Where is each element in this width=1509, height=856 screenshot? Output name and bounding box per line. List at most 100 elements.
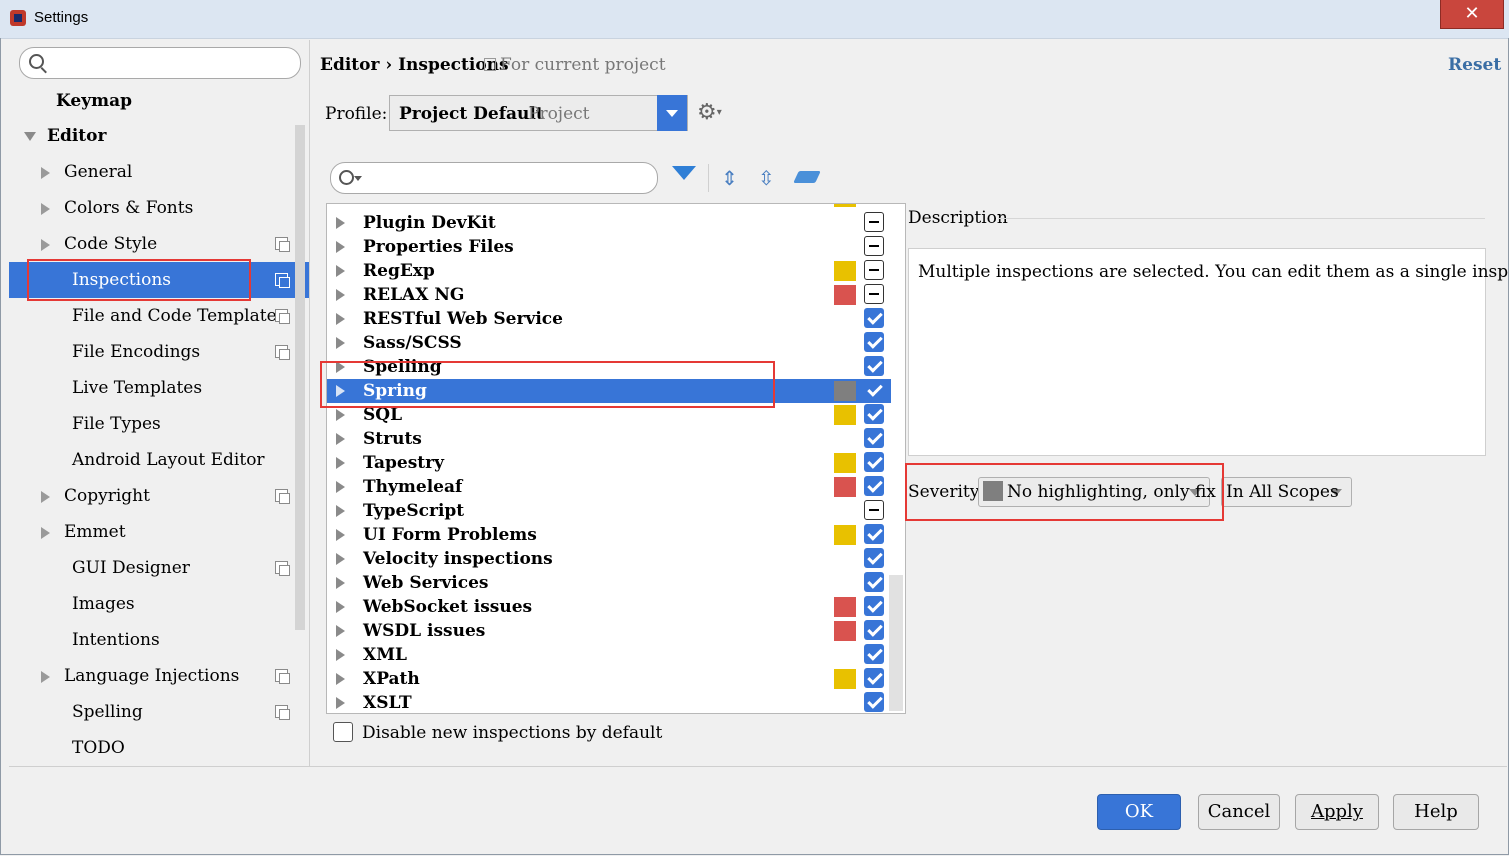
list-item[interactable]: Plugin DevKit xyxy=(327,211,891,235)
chevron-right-icon[interactable] xyxy=(41,527,50,539)
disable-new-inspections-checkbox[interactable] xyxy=(333,722,353,742)
list-item[interactable]: Sass/SCSS xyxy=(327,331,891,355)
cancel-button[interactable]: Cancel xyxy=(1198,794,1280,830)
inspection-checkbox[interactable] xyxy=(864,500,884,520)
list-item[interactable]: WSDL issues xyxy=(327,619,891,643)
inspection-checkbox[interactable] xyxy=(864,284,884,304)
settings-search-input[interactable] xyxy=(19,47,301,79)
inspection-checkbox[interactable] xyxy=(864,212,884,232)
filter-icon[interactable] xyxy=(672,166,696,180)
inspection-checkbox[interactable] xyxy=(864,548,884,568)
list-item[interactable]: RegExp xyxy=(327,259,891,283)
list-item[interactable]: Properties Files xyxy=(327,235,891,259)
sidebar-item-file-encodings[interactable]: File Encodings xyxy=(9,334,309,370)
inspection-checkbox[interactable] xyxy=(864,644,884,664)
inspection-checkbox[interactable] xyxy=(864,428,884,448)
list-item[interactable]: Thymeleaf xyxy=(327,475,891,499)
chevron-right-icon[interactable] xyxy=(336,337,345,349)
chevron-right-icon[interactable] xyxy=(41,167,50,179)
sidebar-item-file-code-templates[interactable]: File and Code Templates xyxy=(9,298,309,334)
sidebar-scrollbar[interactable] xyxy=(295,125,305,630)
help-button[interactable]: Help xyxy=(1393,794,1479,830)
list-item[interactable]: Struts xyxy=(327,427,891,451)
inspection-checkbox[interactable] xyxy=(864,620,884,640)
inspection-checkbox[interactable] xyxy=(864,404,884,424)
sidebar-item-spelling[interactable]: Spelling xyxy=(9,694,309,730)
inspection-checkbox[interactable] xyxy=(864,452,884,472)
list-item[interactable]: RESTful Web Service xyxy=(327,307,891,331)
sidebar-item-gui-designer[interactable]: GUI Designer xyxy=(9,550,309,586)
sidebar-item-emmet[interactable]: Emmet xyxy=(9,514,309,550)
profile-dropdown[interactable]: Project Default Project xyxy=(389,95,688,131)
inspection-checkbox[interactable] xyxy=(864,260,884,280)
list-item[interactable]: UI Form Problems xyxy=(327,523,891,547)
chevron-right-icon[interactable] xyxy=(336,481,345,493)
inspection-checkbox[interactable] xyxy=(864,596,884,616)
sidebar-item-todo[interactable]: TODO xyxy=(9,730,309,766)
apply-button[interactable]: Apply xyxy=(1295,794,1379,830)
chevron-right-icon[interactable] xyxy=(336,241,345,253)
list-scrollbar[interactable] xyxy=(889,575,903,711)
list-item[interactable]: TypeScript xyxy=(327,499,891,523)
inspection-search-input[interactable] xyxy=(330,162,658,194)
sidebar-item-images[interactable]: Images xyxy=(9,586,309,622)
expand-all-icon[interactable]: ⇕ xyxy=(721,164,738,192)
inspections-tree[interactable]: Plugin DevKit Properties Files RegExp RE… xyxy=(326,203,906,714)
chevron-down-icon[interactable] xyxy=(657,95,687,131)
list-item[interactable]: WebSocket issues xyxy=(327,595,891,619)
chevron-right-icon[interactable] xyxy=(336,289,345,301)
sidebar-item-copyright[interactable]: Copyright xyxy=(9,478,309,514)
chevron-down-icon[interactable] xyxy=(354,176,362,181)
chevron-right-icon[interactable] xyxy=(41,671,50,683)
chevron-right-icon[interactable] xyxy=(336,553,345,565)
sidebar-item-intentions[interactable]: Intentions xyxy=(9,622,309,658)
list-item[interactable]: Tapestry xyxy=(327,451,891,475)
chevron-right-icon[interactable] xyxy=(336,313,345,325)
inspection-checkbox[interactable] xyxy=(864,476,884,496)
sidebar-item-android-layout-editor[interactable]: Android Layout Editor xyxy=(9,442,309,478)
inspection-checkbox[interactable] xyxy=(864,572,884,592)
inspection-checkbox[interactable] xyxy=(864,692,884,712)
chevron-right-icon[interactable] xyxy=(336,649,345,661)
chevron-right-icon[interactable] xyxy=(41,239,50,251)
inspection-checkbox[interactable] xyxy=(864,308,884,328)
chevron-right-icon[interactable] xyxy=(41,491,50,503)
inspection-checkbox[interactable] xyxy=(864,236,884,256)
gear-icon[interactable]: ⚙▾ xyxy=(697,100,722,125)
chevron-right-icon[interactable] xyxy=(336,601,345,613)
inspection-checkbox[interactable] xyxy=(864,356,884,376)
chevron-down-icon[interactable] xyxy=(24,132,36,141)
list-item[interactable]: XSLT xyxy=(327,691,891,713)
chevron-right-icon[interactable] xyxy=(336,673,345,685)
list-item[interactable]: Velocity inspections xyxy=(327,547,891,571)
chevron-right-icon[interactable] xyxy=(336,505,345,517)
list-item[interactable]: XPath xyxy=(327,667,891,691)
inspection-checkbox[interactable] xyxy=(864,380,884,400)
chevron-right-icon[interactable] xyxy=(336,265,345,277)
inspection-checkbox[interactable] xyxy=(864,668,884,688)
sidebar-item-file-types[interactable]: File Types xyxy=(9,406,309,442)
chevron-right-icon[interactable] xyxy=(336,409,345,421)
list-item[interactable]: RELAX NG xyxy=(327,283,891,307)
sidebar-item-keymap[interactable]: Keymap xyxy=(9,83,309,119)
chevron-right-icon[interactable] xyxy=(336,217,345,229)
list-item[interactable]: Web Services xyxy=(327,571,891,595)
chevron-right-icon[interactable] xyxy=(336,577,345,589)
chevron-right-icon[interactable] xyxy=(336,625,345,637)
chevron-right-icon[interactable] xyxy=(336,529,345,541)
chevron-right-icon[interactable] xyxy=(41,203,50,215)
inspection-checkbox[interactable] xyxy=(864,524,884,544)
sidebar-item-general[interactable]: General xyxy=(9,154,309,190)
chevron-right-icon[interactable] xyxy=(336,433,345,445)
close-button[interactable]: ✕ xyxy=(1440,0,1504,29)
ok-button[interactable]: OK xyxy=(1097,794,1181,830)
chevron-right-icon[interactable] xyxy=(336,697,345,709)
sidebar-item-code-style[interactable]: Code Style xyxy=(9,226,309,262)
chevron-right-icon[interactable] xyxy=(336,457,345,469)
sidebar-item-editor[interactable]: Editor xyxy=(9,118,309,154)
sidebar-item-live-templates[interactable]: Live Templates xyxy=(9,370,309,406)
sidebar-item-language-injections[interactable]: Language Injections xyxy=(9,658,309,694)
reset-link[interactable]: Reset xyxy=(1448,55,1501,75)
inspection-checkbox[interactable] xyxy=(864,332,884,352)
collapse-all-icon[interactable]: ⇳ xyxy=(758,164,775,192)
